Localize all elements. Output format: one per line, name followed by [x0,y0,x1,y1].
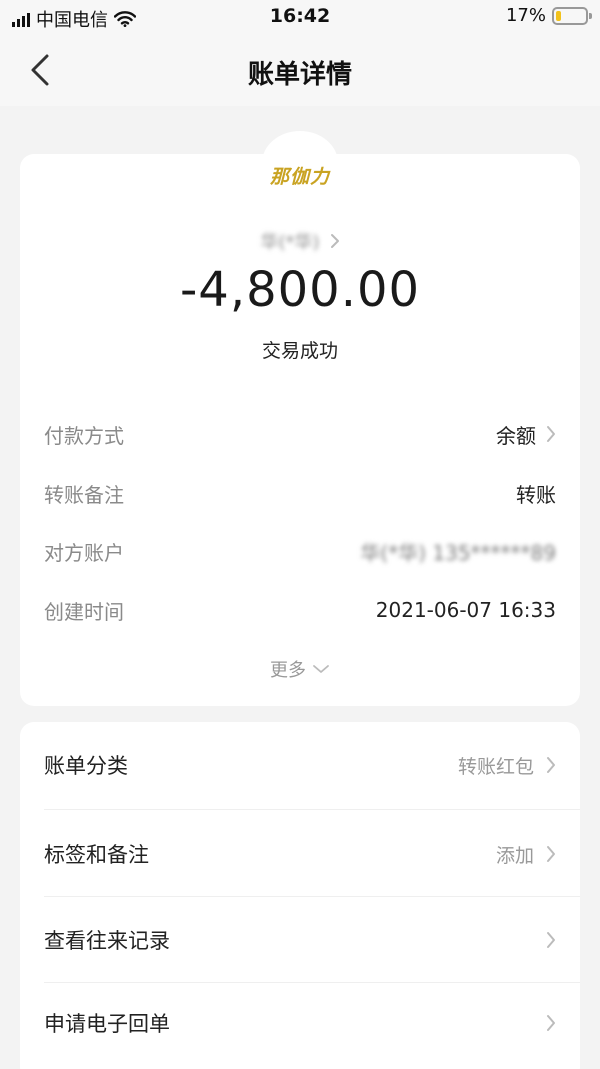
battery-icon [552,6,592,25]
menu-item-label: 查看往来记录 [44,929,170,953]
payee-link[interactable]: 华(*华) [0,228,600,254]
detail-row-created-time: 创建时间 2021-06-07 16:33 [44,593,556,627]
detail-row-counterparty: 对方账户 华(*华) 135******89 [44,534,556,568]
chevron-down-icon [313,665,329,673]
menu-item-e-receipt[interactable]: 申请电子回单 [44,1003,556,1043]
nav-bar: 账单详情 [0,34,600,106]
transaction-amount: -4,800.00 [179,262,421,318]
menu-item-right [546,931,556,949]
chevron-right-icon [547,846,555,862]
status-right: 17% [505,5,592,26]
detail-label: 对方账户 [44,540,124,565]
menu-item-view-history[interactable]: 查看往来记录 [44,920,556,960]
status-bar: 中国电信 16:42 17% [0,0,600,34]
chevron-right-icon [547,1015,555,1031]
payee-name: 华(*华) [260,232,320,253]
menu-item-right [546,1014,556,1032]
transfer-note-value: 转账 [516,482,556,507]
counterparty-account-value: 华(*华) 135******89 [360,540,556,565]
chevron-right-icon [547,426,555,442]
menu-item-label: 账单分类 [44,754,128,778]
chevron-right-icon [330,234,339,248]
payment-method-value: 余额 [496,423,536,448]
merchant-logo-text: 那伽力 [269,166,330,188]
menu-item-tags-notes[interactable]: 标签和备注 添加 [44,834,556,874]
more-button[interactable]: 更多 [0,656,600,682]
page-title: 账单详情 [247,60,352,90]
menu-item-right: 添加 [496,841,556,868]
detail-row-payment-method[interactable]: 付款方式 余额 [44,417,556,451]
tags-notes-value: 添加 [495,844,534,867]
bill-category-value: 转账红包 [457,755,534,778]
created-time-value: 2021-06-07 16:33 [375,598,556,622]
divider [44,809,580,810]
battery-percent: 17% [505,5,546,26]
detail-value: 余额 [496,420,556,449]
chevron-right-icon [547,757,555,773]
bill-detail-page: 中国电信 16:42 17% 账单详情 那伽力 华(*华) -4,800.00 … [0,0,600,1069]
divider [44,896,580,897]
detail-label: 付款方式 [44,423,124,448]
menu-item-bill-category[interactable]: 账单分类 转账红包 [44,745,556,785]
more-label: 更多 [270,660,306,681]
detail-label: 转账备注 [44,482,124,507]
menu-item-label: 标签和备注 [44,843,149,867]
chevron-right-icon [547,932,555,948]
menu-item-right: 转账红包 [458,752,556,779]
divider [44,982,580,983]
detail-row-transfer-note: 转账备注 转账 [44,476,556,510]
menu-item-label: 申请电子回单 [44,1012,170,1036]
detail-label: 创建时间 [44,599,124,624]
transaction-status: 交易成功 [261,340,338,362]
